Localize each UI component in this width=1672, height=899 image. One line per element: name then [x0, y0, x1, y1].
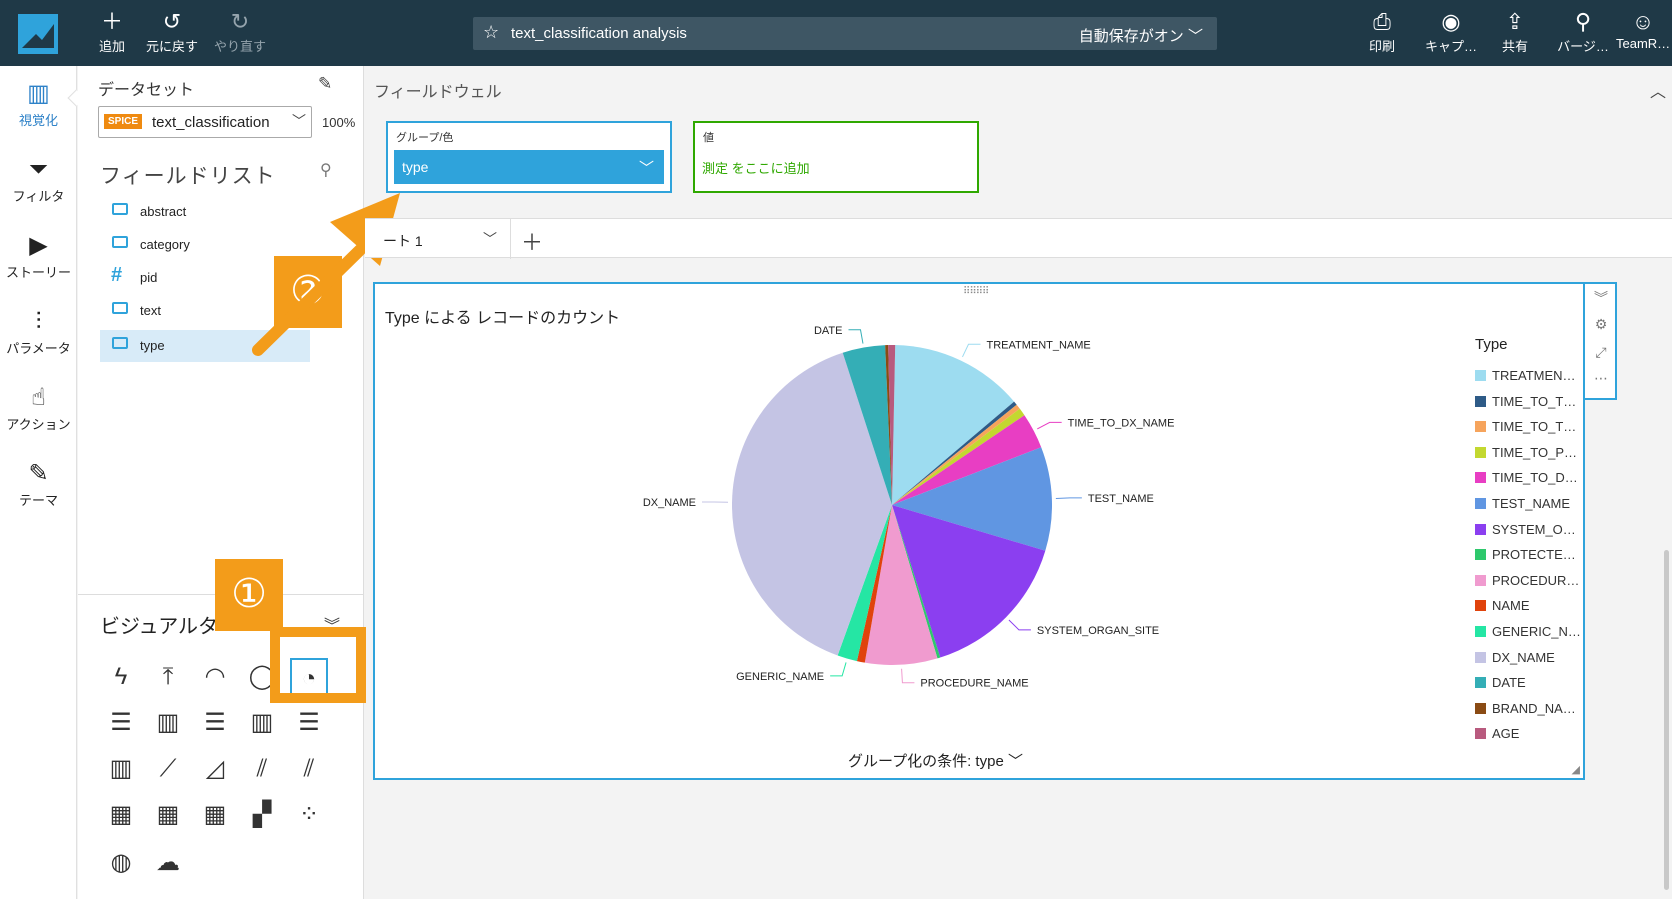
field-well-title: フィールドウェル — [374, 84, 502, 101]
legend-item[interactable]: GENERIC_N… — [1475, 624, 1581, 639]
legend-swatch — [1475, 728, 1486, 740]
group-by-selector[interactable]: グループ化の条件: type ﹀ — [848, 750, 1023, 771]
legend-item[interactable]: DX_NAME — [1475, 650, 1555, 665]
legend-label: DATE — [1492, 675, 1526, 691]
legend-label: BRAND_NA… — [1492, 700, 1576, 716]
more-menu-icon[interactable]: ⋯ — [1591, 370, 1611, 387]
legend-label: PROCEDUR… — [1492, 572, 1580, 588]
legend-swatch — [1475, 498, 1486, 509]
legend-swatch — [1475, 574, 1486, 586]
legend-title: Type — [1475, 336, 1508, 353]
chevron-up-icon[interactable]: ︿ — [1650, 78, 1666, 102]
value-well-label: 値 — [703, 132, 714, 144]
legend-swatch — [1475, 446, 1486, 458]
add-sheet-button[interactable]: ＋ — [521, 225, 543, 257]
legend-item[interactable]: SYSTEM_O… — [1475, 522, 1576, 537]
legend-label: TIME_TO_D… — [1492, 470, 1578, 486]
pie-slice-label: TIME_TO_DX_NAME — [1068, 417, 1175, 429]
legend-swatch — [1475, 421, 1486, 433]
group-color-well[interactable]: グループ/色 type ﹀ — [386, 121, 672, 193]
visual-card[interactable]: ⠿⠿⠿⠿ Type による レコードのカウント TREATMENT_NAME TI… — [373, 282, 1585, 780]
legend-label: SYSTEM_O… — [1492, 521, 1576, 537]
visual-toolbar: ︾ ⚙ ⤢ ⋯ — [1585, 282, 1617, 400]
pie-slice-label: TREATMENT_NAME — [986, 339, 1090, 351]
legend-swatch — [1475, 472, 1486, 484]
legend-item[interactable]: BRAND_NA… — [1475, 701, 1576, 716]
legend-item[interactable]: PROTECTE… — [1475, 547, 1576, 562]
pie-leader-line — [901, 668, 915, 684]
sheet-tab-1[interactable]: ート 1 ﹀ — [365, 219, 511, 259]
chevron-down-icon: ﹀ — [1007, 753, 1023, 770]
group-well-label: グループ/色 — [396, 132, 454, 144]
legend-swatch — [1475, 651, 1486, 663]
pie-slice-label: GENERIC_NAME — [736, 671, 824, 683]
chevron-down-icon: ﹀ — [638, 160, 654, 177]
pie-leader-line — [1037, 421, 1062, 430]
legend-item[interactable]: TIME_TO_P… — [1475, 445, 1577, 460]
gear-icon[interactable]: ⚙ — [1591, 316, 1611, 333]
legend-item[interactable]: NAME — [1475, 598, 1530, 613]
legend-item[interactable]: TIME_TO_T… — [1475, 419, 1576, 434]
add-measure-prompt: 測定 をここに追加 — [702, 161, 810, 176]
pie-slice-label: PROCEDURE_NAME — [920, 678, 1028, 690]
vertical-scrollbar[interactable] — [1664, 550, 1669, 890]
chevron-down-icon[interactable]: ﹀ — [483, 229, 497, 249]
legend-label: TIME_TO_T… — [1492, 393, 1577, 409]
legend-item[interactable]: TREATMEN… — [1475, 368, 1576, 383]
pie-leader-line — [962, 343, 981, 358]
pie-leader-line — [1008, 619, 1031, 631]
legend-swatch — [1475, 702, 1486, 714]
legend-label: TREATMEN… — [1492, 368, 1576, 383]
legend-label: PROTECTE… — [1492, 547, 1576, 563]
legend-swatch — [1475, 523, 1486, 535]
legend-label: TIME_TO_T… — [1492, 419, 1577, 435]
chevron-double-down-icon[interactable]: ︾ — [1591, 288, 1611, 308]
pie-slice-label: DATE — [814, 325, 843, 337]
sheet-tab-bar: ート 1 ﹀ ＋ — [365, 218, 1672, 259]
legend-swatch — [1475, 600, 1486, 612]
resize-handle-icon[interactable]: ◢ — [1572, 763, 1580, 776]
legend-item[interactable]: AGE — [1475, 726, 1519, 741]
legend-label: DX_NAME — [1492, 649, 1555, 665]
legend-swatch — [1475, 395, 1486, 407]
legend-item[interactable]: TIME_TO_T… — [1475, 394, 1576, 409]
pie-leader-line — [830, 662, 847, 677]
legend-label: AGE — [1492, 726, 1520, 742]
legend-label: TIME_TO_P… — [1492, 444, 1578, 460]
legend-label: GENERIC_N… — [1492, 624, 1581, 639]
legend-swatch — [1475, 370, 1486, 381]
legend-item[interactable]: PROCEDUR… — [1475, 573, 1579, 588]
legend-item[interactable]: DATE — [1475, 675, 1526, 690]
legend-swatch — [1475, 549, 1486, 561]
expand-icon[interactable]: ⤢ — [1591, 344, 1611, 361]
legend-swatch — [1475, 677, 1486, 689]
pie-leader-line — [848, 329, 864, 344]
legend-swatch — [1475, 626, 1486, 637]
pie-slice-label: SYSTEM_ORGAN_SITE — [1037, 625, 1159, 637]
pie-slice-label: DX_NAME — [643, 497, 696, 509]
pie-chart[interactable]: TREATMENT_NAME TIME_TO_DX_NAME TEST_NAME SY… — [375, 284, 1465, 744]
pie-leader-line — [1055, 497, 1082, 499]
legend-item[interactable]: TIME_TO_D… — [1475, 470, 1578, 485]
legend-label: NAME — [1492, 598, 1530, 614]
legend-item[interactable]: TEST_NAME — [1475, 496, 1570, 511]
value-well[interactable]: 値 測定 をここに追加 — [693, 121, 979, 193]
legend-label: TEST_NAME — [1492, 496, 1571, 511]
pie-slice-label: TEST_NAME — [1088, 493, 1154, 505]
group-field-pill[interactable]: type ﹀ — [394, 150, 664, 184]
